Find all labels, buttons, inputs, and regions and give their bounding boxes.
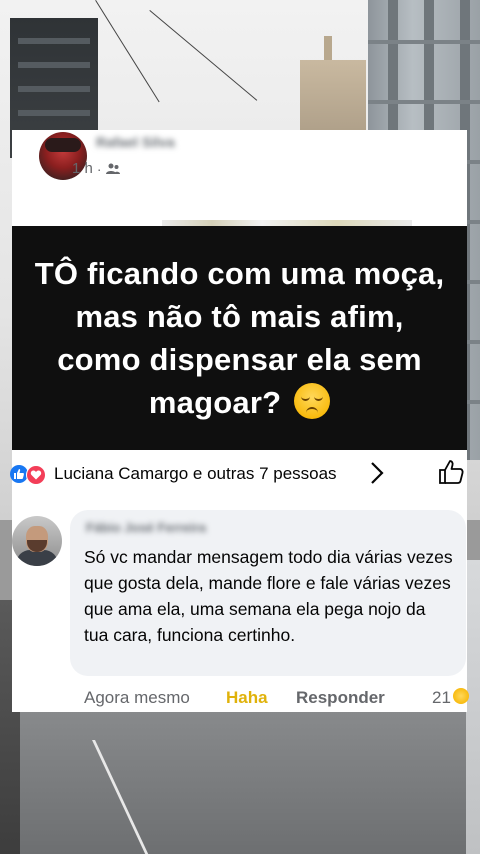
friends-icon bbox=[105, 163, 120, 174]
curb-right bbox=[466, 560, 480, 854]
comment-bubble[interactable]: Fábio José Ferreira Só vc mandar mensage… bbox=[70, 510, 466, 676]
post-author-name[interactable]: Rafael Silva bbox=[96, 134, 175, 150]
post-text-banner: TÔ ficando com uma moça, mas não tô mais… bbox=[12, 226, 467, 450]
facebook-post-card: Rafael Silva 1 h · TÔ ficando com uma mo… bbox=[10, 130, 469, 712]
reaction-count[interactable]: 21 bbox=[432, 688, 451, 708]
reactions-bar[interactable]: Luciana Camargo e outras 7 pessoas bbox=[10, 450, 467, 500]
reaction-icons bbox=[10, 465, 52, 485]
post-banner-text: TÔ ficando com uma moça, mas não tô mais… bbox=[34, 256, 445, 420]
building-spire bbox=[324, 36, 332, 62]
haha-reaction-button[interactable]: Haha bbox=[226, 688, 268, 708]
comment-time: Agora mesmo bbox=[84, 688, 190, 707]
post-meta: 1 h · bbox=[72, 160, 120, 177]
comment: Fábio José Ferreira Só vc mandar mensage… bbox=[12, 510, 467, 680]
post-time[interactable]: 1 h bbox=[72, 160, 93, 177]
chevron-right-icon[interactable] bbox=[368, 460, 386, 486]
commenter-name[interactable]: Fábio José Ferreira bbox=[86, 520, 206, 535]
haha-icon bbox=[453, 688, 469, 704]
reactions-summary[interactable]: Luciana Camargo e outras 7 pessoas bbox=[54, 464, 337, 484]
comment-actions: Agora mesmo Haha Responder 21 bbox=[12, 682, 469, 712]
pensive-face-emoji bbox=[294, 383, 331, 419]
like-thumb-icon[interactable] bbox=[437, 458, 465, 486]
love-icon bbox=[26, 465, 46, 485]
comment-text: Só vc mandar mensagem todo dia várias ve… bbox=[84, 547, 453, 645]
road bbox=[0, 700, 480, 854]
reply-button[interactable]: Responder bbox=[296, 688, 385, 708]
commenter-avatar[interactable] bbox=[12, 516, 62, 566]
post-header: Rafael Silva 1 h · bbox=[12, 130, 467, 226]
